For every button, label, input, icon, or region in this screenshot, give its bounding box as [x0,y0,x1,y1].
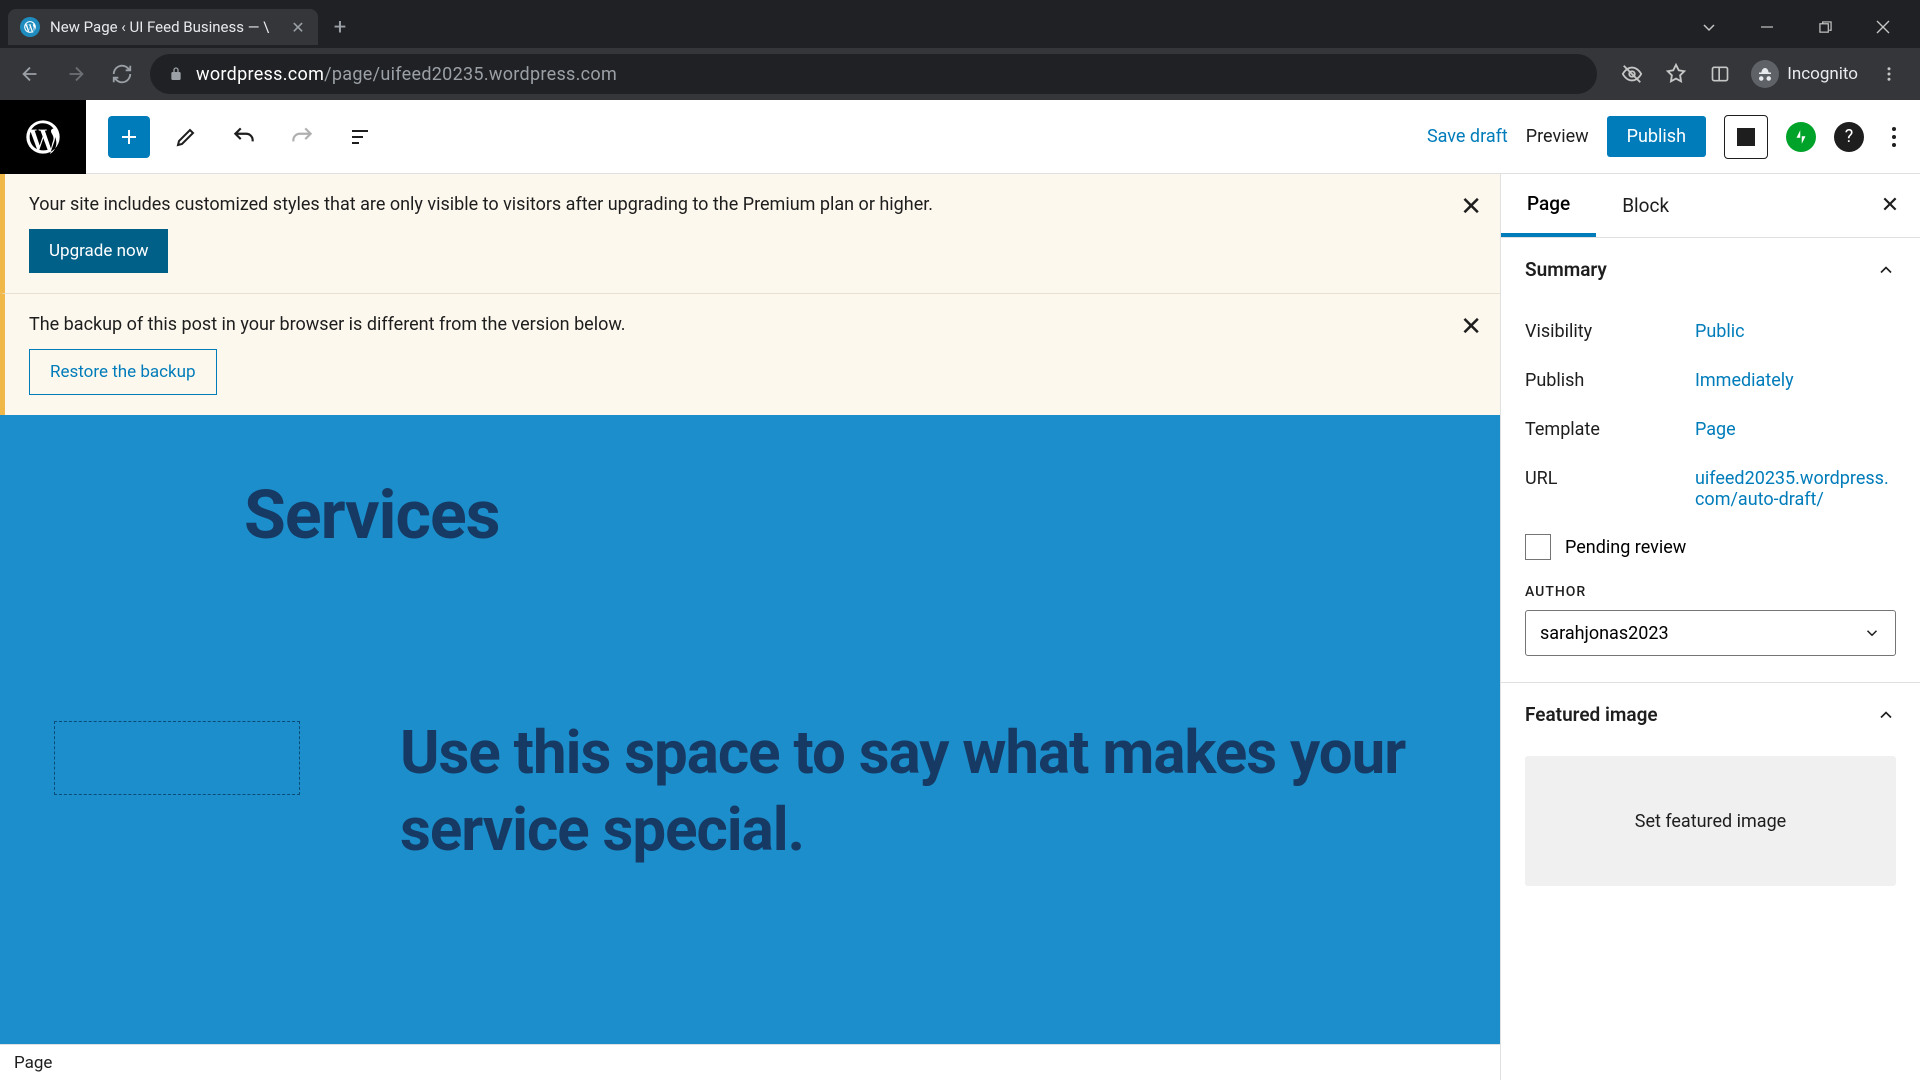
sidebar-tabs: Page Block ✕ [1501,174,1920,238]
upgrade-notice: Your site includes customized styles tha… [0,174,1500,293]
canvas-column: Your site includes customized styles tha… [0,174,1500,1080]
upgrade-notice-text: Your site includes customized styles tha… [29,194,1476,215]
browser-menu-icon[interactable] [1870,55,1908,93]
template-value[interactable]: Page [1695,419,1896,440]
incognito-label: Incognito [1787,64,1858,84]
extensions-icon[interactable] [1701,55,1739,93]
undo-button[interactable] [222,115,266,159]
chevron-down-icon [1863,624,1881,642]
page-title-input[interactable]: Services [244,475,1446,555]
set-featured-image-button[interactable]: Set featured image [1525,756,1896,886]
edit-tool-icon[interactable] [164,115,208,159]
publish-row: Publish Immediately [1525,356,1896,405]
tab-title: New Page ‹ UI Feed Business — \ [50,18,280,36]
settings-sidebar: Page Block ✕ Summary Visibility Public P… [1500,174,1920,1080]
jetpack-icon[interactable] [1786,122,1816,152]
url-value[interactable]: uifeed20235.wordpress.com/auto-draft/ [1695,468,1896,510]
publish-value[interactable]: Immediately [1695,370,1896,391]
author-label: AUTHOR [1525,584,1896,600]
wordpress-favicon-icon [20,17,40,37]
incognito-icon [1751,60,1779,88]
add-block-button[interactable] [108,116,150,158]
summary-panel-toggle[interactable]: Summary [1501,238,1920,301]
reload-button[interactable] [104,56,140,92]
page-canvas[interactable]: Services Use this space to say what make… [0,415,1500,1044]
publish-button[interactable]: Publish [1607,116,1706,157]
settings-toggle-button[interactable] [1724,115,1768,159]
maximize-button[interactable] [1796,7,1854,47]
new-tab-button[interactable]: + [326,13,354,41]
template-row: Template Page [1525,405,1896,454]
editor-body: Your site includes customized styles tha… [0,174,1920,1080]
eye-off-icon[interactable] [1613,55,1651,93]
browser-tab[interactable]: New Page ‹ UI Feed Business — \ ✕ [8,9,318,45]
toolbar-right-icons: Incognito [1613,55,1908,93]
lock-icon [168,66,184,82]
preview-button[interactable]: Preview [1526,126,1589,147]
window-controls [1680,7,1912,47]
pending-review-row: Pending review [1525,524,1896,566]
redo-button [280,115,324,159]
tab-strip: New Page ‹ UI Feed Business — \ ✕ + [0,0,1920,48]
close-window-button[interactable] [1854,7,1912,47]
bookmark-star-icon[interactable] [1657,55,1695,93]
backup-notice: The backup of this post in your browser … [0,293,1500,415]
save-draft-button[interactable]: Save draft [1427,126,1508,147]
dismiss-upgrade-notice[interactable]: ✕ [1460,192,1482,222]
pending-review-checkbox[interactable] [1525,534,1551,560]
upgrade-now-button[interactable]: Upgrade now [29,229,168,273]
tab-search-icon[interactable] [1680,7,1738,47]
chevron-up-icon [1876,260,1896,280]
incognito-indicator[interactable]: Incognito [1745,60,1864,88]
featured-image-panel: Featured image Set featured image [1501,683,1920,912]
visibility-row: Visibility Public [1525,307,1896,356]
pending-review-label: Pending review [1565,537,1686,558]
close-sidebar-button[interactable]: ✕ [1868,184,1912,228]
browser-chrome: New Page ‹ UI Feed Business — \ ✕ + word… [0,0,1920,100]
restore-backup-button[interactable]: Restore the backup [29,349,217,395]
visibility-value[interactable]: Public [1695,321,1896,342]
canvas-scroll: Services Use this space to say what make… [0,415,1500,1044]
wordpress-logo[interactable] [0,100,86,174]
editor-top-toolbar: Save draft Preview Publish ? [0,100,1920,174]
minimize-button[interactable] [1738,7,1796,47]
url-text: wordpress.com/page/uifeed20235.wordpress… [196,64,617,85]
author-select[interactable]: sarahjonas2023 [1525,610,1896,656]
document-overview-icon[interactable] [338,115,382,159]
hero-heading-block[interactable]: Use this space to say what makes your se… [400,715,1446,869]
url-row: URL uifeed20235.wordpress.com/auto-draft… [1525,454,1896,524]
chevron-up-icon [1876,705,1896,725]
breadcrumb-status[interactable]: Page [0,1044,1500,1080]
backup-notice-text: The backup of this post in your browser … [29,314,1476,335]
wordpress-editor: Save draft Preview Publish ? Your site i… [0,100,1920,1080]
empty-block-placeholder[interactable] [54,721,300,795]
back-button[interactable] [12,56,48,92]
address-bar-row: wordpress.com/page/uifeed20235.wordpress… [0,48,1920,100]
summary-panel: Summary Visibility Public Publish Immedi… [1501,238,1920,683]
close-tab-icon[interactable]: ✕ [290,19,306,35]
featured-image-toggle[interactable]: Featured image [1501,683,1920,746]
address-bar[interactable]: wordpress.com/page/uifeed20235.wordpress… [150,54,1597,94]
help-icon[interactable]: ? [1834,122,1864,152]
dismiss-backup-notice[interactable]: ✕ [1460,312,1482,342]
more-options-button[interactable] [1882,127,1906,147]
forward-button [58,56,94,92]
tab-page[interactable]: Page [1501,174,1596,237]
tab-block[interactable]: Block [1596,174,1695,237]
